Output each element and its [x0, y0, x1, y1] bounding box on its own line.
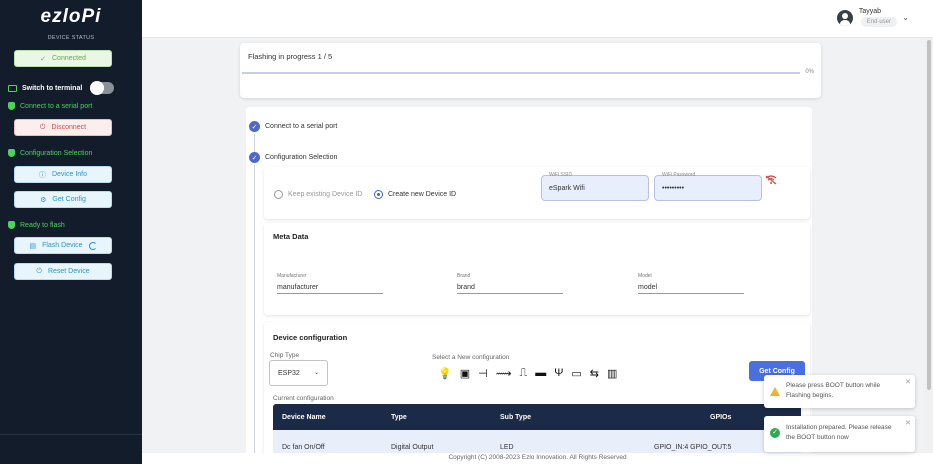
- check-icon: ✓: [249, 121, 260, 132]
- scrollbar-thumb[interactable]: [927, 40, 931, 390]
- chevron-down-icon[interactable]: ⌄: [902, 13, 909, 22]
- wifi-off-icon[interactable]: [765, 175, 777, 185]
- user-name: Tayyab: [858, 8, 881, 15]
- pulse-icon[interactable]: ⎍: [519, 367, 527, 380]
- wifi-password-field[interactable]: WiFi Password •••••••••: [654, 172, 762, 201]
- chip-type-select[interactable]: ESP32 ⌄: [269, 360, 328, 386]
- transfer-icon[interactable]: ⇆: [590, 367, 599, 380]
- new-config-label: Select a New configuration: [432, 354, 510, 361]
- chevron-down-icon: ⌄: [313, 370, 319, 376]
- top-header: Tayyab End-user ⌄: [142, 0, 933, 38]
- device-config-title: Device configuration: [273, 333, 348, 342]
- flash-progress-percent: 0%: [805, 69, 814, 75]
- keep-existing-radio[interactable]: Keep existing Device ID: [274, 190, 362, 199]
- info-icon: ⓘ: [38, 171, 46, 179]
- manufacturer-field[interactable]: Manufacturer manufacturer: [277, 273, 383, 294]
- meta-data-title: Meta Data: [273, 232, 309, 241]
- antenna-icon[interactable]: Ψ: [554, 367, 563, 380]
- bulb-icon[interactable]: 💡: [438, 367, 452, 380]
- success-toast: ✓ Installation prepared. Please release …: [764, 416, 915, 452]
- sensor-icon[interactable]: ⊣: [478, 367, 488, 380]
- step-connector: [254, 134, 255, 152]
- current-config-label: Current configuration: [273, 395, 334, 402]
- chip-icon[interactable]: ▭: [571, 367, 581, 380]
- user-avatar-icon[interactable]: [837, 10, 853, 26]
- signal-icon[interactable]: ⟿: [496, 367, 512, 380]
- column-gpios: GPIOs: [710, 414, 732, 421]
- flash-device-button[interactable]: ▤ Flash Device: [14, 237, 112, 254]
- check-circle-icon: ✓: [40, 55, 46, 63]
- switch-terminal-row: Switch to terminal: [8, 81, 115, 95]
- model-field[interactable]: Model model: [638, 273, 744, 294]
- column-sub-type: Sub Type: [500, 414, 531, 421]
- loading-spinner-icon: [88, 241, 97, 250]
- shield-check-icon: [8, 221, 15, 229]
- step-connector: [254, 165, 255, 464]
- device-status-heading: DEVICE STATUS: [47, 35, 95, 41]
- device-id-config-card: Keep existing Device ID Create new Devic…: [264, 167, 810, 219]
- flash-icon: ▤: [29, 242, 37, 250]
- flash-progress-bar: [242, 72, 800, 74]
- step-config-selection[interactable]: ✓ Configuration Selection: [249, 152, 337, 163]
- flash-progress-title: Flashing in progress 1 / 5: [248, 52, 333, 61]
- close-icon[interactable]: ✕: [905, 419, 911, 429]
- section-config-selection: Configuration Selection: [8, 149, 92, 157]
- shield-check-icon: [8, 149, 15, 157]
- chip-type-label: Chip Type: [270, 352, 300, 359]
- copyright-footer: Copyright (C) 2008-2023 Ezlo Innovation.…: [142, 453, 933, 464]
- flash-progress-card: Flashing in progress 1 / 5 0%: [240, 43, 821, 98]
- disconnect-button[interactable]: ⏻ Disconnect: [14, 119, 112, 136]
- logo: ezloPi: [40, 6, 102, 27]
- user-role-badge: End-user: [860, 17, 897, 27]
- column-device-name: Device Name: [282, 414, 326, 421]
- reset-device-button[interactable]: ⏻ Reset Device: [14, 263, 112, 280]
- section-ready-flash: Ready to flash: [8, 221, 65, 229]
- brand-field[interactable]: Brand brand: [457, 273, 563, 294]
- meta-data-card: Meta Data Manufacturer manufacturer Bran…: [264, 223, 810, 315]
- power-icon: ⏻: [36, 267, 42, 275]
- terminal-toggle[interactable]: [90, 81, 115, 95]
- check-icon: ✓: [249, 152, 260, 163]
- warning-icon: [770, 386, 780, 396]
- shield-check-icon: [8, 102, 15, 110]
- connected-status-button: ✓ Connected: [14, 50, 112, 67]
- sidebar-footer: [0, 434, 142, 464]
- relay-icon[interactable]: ▥: [607, 367, 617, 380]
- section-connect-serial: Connect to a serial port: [8, 102, 92, 110]
- get-config-sidebar-button[interactable]: ⚙ Get Config: [14, 191, 112, 208]
- switch-icon[interactable]: ▣: [460, 367, 470, 380]
- sidebar: ezloPi DEVICE STATUS ✓ Connected Switch …: [0, 0, 142, 464]
- check-circle-icon: ✓: [770, 428, 780, 438]
- close-icon[interactable]: ✕: [905, 378, 911, 388]
- device-icon[interactable]: ▬: [535, 367, 546, 380]
- power-icon: ⏻: [39, 123, 46, 131]
- config-type-icons: 💡 ▣ ⊣ ⟿ ⎍ ▬ Ψ ▭ ⇆ ▥: [438, 367, 617, 380]
- terminal-icon: [8, 84, 17, 92]
- warning-toast: Please press BOOT button while Flashing …: [764, 375, 915, 408]
- device-info-button[interactable]: ⓘ Device Info: [14, 166, 112, 183]
- gear-icon: ⚙: [40, 196, 47, 204]
- create-new-radio[interactable]: Create new Device ID: [374, 190, 456, 199]
- config-table-header: Device Name Type Sub Type GPIOs: [273, 404, 801, 430]
- wifi-ssid-field[interactable]: WiFi SSID eSpark Wifi: [541, 172, 649, 201]
- step-connect-serial[interactable]: ✓ Connect to a serial port: [249, 121, 337, 132]
- column-type: Type: [391, 414, 407, 421]
